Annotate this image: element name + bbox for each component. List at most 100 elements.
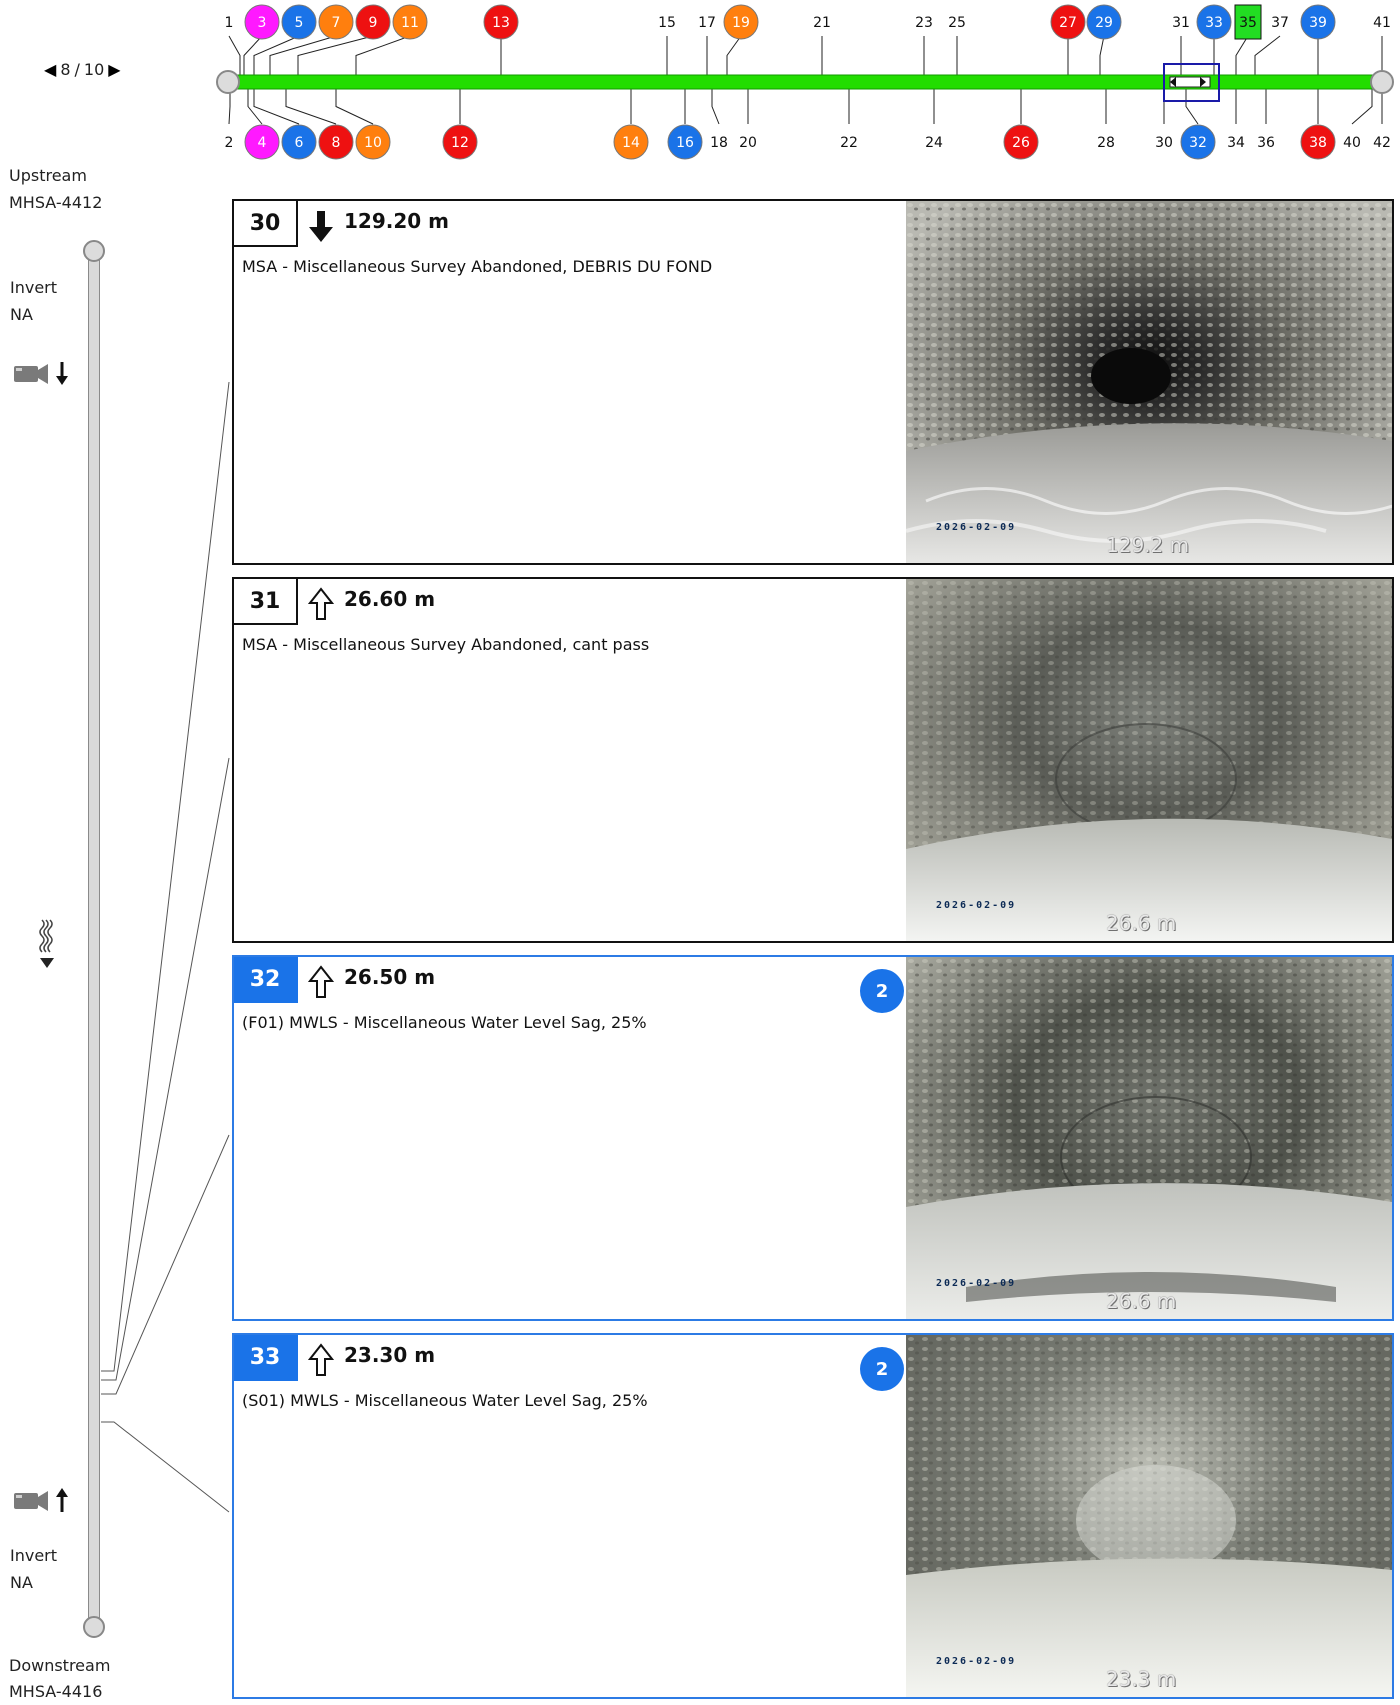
observation-index: 31 [234, 579, 298, 625]
bottom-marker-24[interactable]: 24 [925, 135, 943, 151]
top-marker-leader [1099, 35, 1105, 75]
svg-text:24: 24 [925, 135, 943, 151]
observation-distance: 23.30 m [344, 1343, 436, 1367]
svg-text:32: 32 [1189, 135, 1207, 151]
bottom-marker-22[interactable]: 22 [840, 135, 858, 151]
svg-text:40: 40 [1343, 135, 1361, 151]
svg-text:34: 34 [1227, 135, 1245, 151]
svg-text:35: 35 [1239, 15, 1257, 31]
observation-index: 33 [234, 1335, 298, 1381]
photo-distance-stamp: 26.6 m [1106, 911, 1177, 935]
svg-text:25: 25 [948, 15, 966, 31]
svg-text:15: 15 [658, 15, 676, 31]
observation-photo[interactable]: 2026-02-09 23.3 m [906, 1335, 1392, 1697]
top-marker-19[interactable]: 19 [723, 4, 759, 40]
leader-lines [101, 381, 230, 1513]
svg-text:30: 30 [1155, 135, 1173, 151]
bottom-marker-18[interactable]: 18 [710, 135, 728, 151]
top-marker-23[interactable]: 23 [915, 15, 933, 31]
svg-text:4: 4 [258, 135, 267, 151]
top-marker-leader [243, 35, 263, 75]
bottom-marker-26[interactable]: 26 [1003, 124, 1039, 160]
arrow-up-outline-icon [308, 587, 334, 620]
svg-text:41: 41 [1373, 15, 1391, 31]
top-marker-3[interactable]: 3 [244, 4, 280, 40]
bottom-marker-leader [285, 89, 337, 125]
observation-card-30[interactable]: 30 129.20 m MSA - Miscellaneous Survey A… [232, 199, 1394, 565]
top-marker-21[interactable]: 21 [813, 15, 831, 31]
arrow-down-icon [309, 211, 333, 242]
bottom-marker-4[interactable]: 4 [244, 124, 280, 160]
observation-photo[interactable]: 2026-02-09 129.2 m [906, 201, 1392, 563]
svg-text:11: 11 [401, 15, 419, 31]
bottom-marker-30[interactable]: 30 [1155, 135, 1173, 151]
svg-text:31: 31 [1172, 15, 1190, 31]
top-marker-11[interactable]: 11 [392, 4, 428, 40]
observation-index: 30 [234, 201, 298, 247]
bottom-marker-leader [335, 89, 374, 125]
top-marker-13[interactable]: 13 [483, 4, 519, 40]
leader-line-33 [101, 1421, 230, 1513]
observation-photo[interactable]: 2026-02-09 26.6 m [906, 957, 1392, 1319]
svg-text:20: 20 [739, 135, 757, 151]
top-marker-7[interactable]: 7 [318, 4, 354, 40]
bottom-marker-38[interactable]: 38 [1300, 124, 1336, 160]
observation-card-33[interactable]: 33 23.30 m (S01) MWLS - Miscellaneous Wa… [232, 1333, 1394, 1699]
svg-text:3: 3 [258, 15, 267, 31]
bottom-marker-16[interactable]: 16 [667, 124, 703, 160]
bottom-marker-40[interactable]: 40 [1343, 135, 1361, 151]
observation-card-32[interactable]: 32 26.50 m (F01) MWLS - Miscellaneous Wa… [232, 955, 1394, 1321]
bottom-marker-36[interactable]: 36 [1257, 135, 1275, 151]
top-marker-27[interactable]: 27 [1050, 4, 1086, 40]
bottom-marker-6[interactable]: 6 [281, 124, 317, 160]
bottom-marker-8[interactable]: 8 [318, 124, 354, 160]
svg-text:23: 23 [915, 15, 933, 31]
observation-distance: 26.50 m [344, 965, 436, 989]
photo-date-stamp: 2026-02-09 [936, 1656, 1017, 1667]
top-marker-17[interactable]: 17 [698, 15, 716, 31]
observation-description: MSA - Miscellaneous Survey Abandoned, DE… [242, 257, 713, 276]
top-marker-leader [269, 35, 337, 75]
top-marker-leader [253, 35, 300, 75]
bottom-marker-34[interactable]: 34 [1227, 135, 1245, 151]
observation-photo[interactable]: 2026-02-09 26.6 m [906, 579, 1392, 941]
top-marker-35[interactable]: 35 [1234, 4, 1262, 40]
top-marker-leader [1254, 35, 1281, 75]
svg-text:39: 39 [1309, 15, 1327, 31]
svg-text:29: 29 [1095, 15, 1113, 31]
bottom-marker-42[interactable]: 42 [1373, 135, 1391, 151]
observation-distance: 26.60 m [344, 587, 436, 611]
photo-distance-stamp: 23.3 m [1106, 1667, 1177, 1691]
bottom-marker-20[interactable]: 20 [739, 135, 757, 151]
top-marker-41[interactable]: 41 [1373, 15, 1391, 31]
svg-text:33: 33 [1205, 15, 1223, 31]
top-marker-9[interactable]: 9 [355, 4, 391, 40]
svg-text:5: 5 [295, 15, 304, 31]
svg-text:26: 26 [1012, 135, 1030, 151]
observation-card-31[interactable]: 31 26.60 m MSA - Miscellaneous Survey Ab… [232, 577, 1394, 943]
svg-text:21: 21 [813, 15, 831, 31]
observation-description: (F01) MWLS - Miscellaneous Water Level S… [242, 1013, 647, 1032]
top-marker-37[interactable]: 37 [1271, 15, 1289, 31]
top-marker-15[interactable]: 15 [658, 15, 676, 31]
arrow-up-outline-icon [308, 965, 334, 998]
photo-distance-stamp: 26.6 m [1106, 1289, 1177, 1313]
bottom-marker-10[interactable]: 10 [355, 124, 391, 160]
bottom-marker-12[interactable]: 12 [442, 124, 478, 160]
bottom-marker-leader [1351, 89, 1373, 125]
top-marker-39[interactable]: 39 [1300, 4, 1336, 40]
svg-text:6: 6 [295, 135, 304, 151]
bottom-marker-32[interactable]: 32 [1180, 124, 1216, 160]
bottom-marker-14[interactable]: 14 [613, 124, 649, 160]
bottom-marker-28[interactable]: 28 [1097, 135, 1115, 151]
svg-text:38: 38 [1309, 135, 1327, 151]
top-marker-29[interactable]: 29 [1086, 4, 1122, 40]
svg-text:36: 36 [1257, 135, 1275, 151]
top-marker-31[interactable]: 31 [1172, 15, 1190, 31]
svg-text:22: 22 [840, 135, 858, 151]
svg-text:9: 9 [369, 15, 378, 31]
top-marker-25[interactable]: 25 [948, 15, 966, 31]
top-marker-5[interactable]: 5 [281, 4, 317, 40]
svg-text:8: 8 [332, 135, 341, 151]
top-marker-33[interactable]: 33 [1196, 4, 1232, 40]
